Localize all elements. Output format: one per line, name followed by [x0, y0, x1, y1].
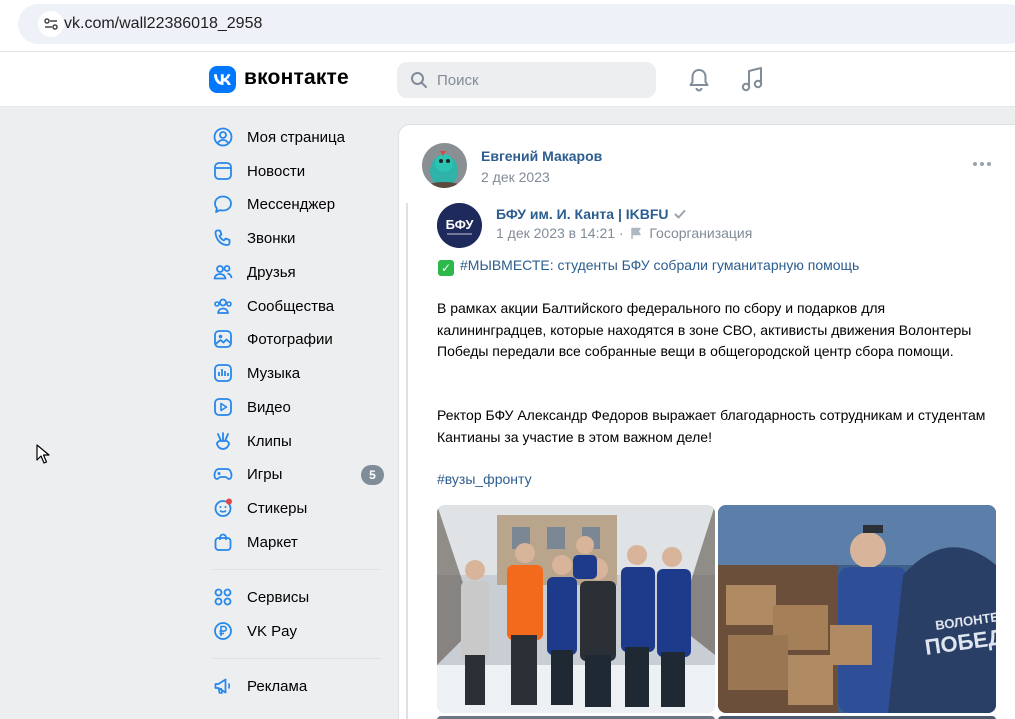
communities-icon: [214, 298, 232, 314]
post-paragraph: В рамках акции Балтийского федерального …: [437, 300, 972, 359]
site-settings-icon[interactable]: [38, 11, 64, 37]
sidebar-item-label: Сообщества: [247, 298, 335, 315]
sidebar-divider: [213, 569, 381, 570]
music-icon: [214, 364, 232, 382]
meta-separator: ·: [618, 225, 624, 241]
vk-wordmark[interactable]: вконтакте: [244, 66, 349, 90]
vk-logo-icon[interactable]: [209, 66, 236, 93]
search-icon: [411, 72, 427, 88]
source-date[interactable]: 1 дек 2023 в 14:21: [496, 225, 615, 241]
check-mark-icon: ✓: [438, 260, 454, 276]
stickers-icon: [214, 498, 232, 517]
url-text: vk.com/wall22386018_2958: [64, 15, 263, 32]
source-name[interactable]: БФУ им. И. Канта | IKBFU: [496, 206, 669, 222]
sidebar-item-photos[interactable]: Фотографии: [207, 324, 392, 354]
photos-icon: [214, 330, 232, 348]
search-box[interactable]: [397, 62, 656, 98]
author-avatar[interactable]: [422, 143, 467, 188]
source-meta: 1 дек 2023 в 14:21 · Госорганизация: [496, 225, 752, 241]
friends-icon: [213, 265, 233, 280]
url-field[interactable]: vk.com/wall22386018_2958: [18, 4, 1015, 44]
sidebar-item-messenger[interactable]: Мессенджер: [207, 189, 392, 219]
sidebar-item-communities[interactable]: Сообщества: [207, 291, 392, 321]
services-icon: [214, 588, 232, 606]
sidebar-item-label: Фотографии: [247, 331, 333, 348]
sidebar-item-label: Друзья: [247, 264, 296, 281]
sidebar-item-label: Звонки: [247, 230, 296, 247]
bell-icon[interactable]: [686, 67, 712, 93]
author-name[interactable]: Евгений Макаров: [481, 148, 602, 164]
clips-icon: [216, 432, 230, 450]
post-photo[interactable]: ВОЛОНТЕР ПОБЕДЫ: [718, 505, 996, 713]
sidebar-item-stickers[interactable]: Стикеры: [207, 493, 392, 523]
market-icon: [214, 533, 232, 551]
sidebar-item-label: Музыка: [247, 365, 301, 382]
mouse-cursor-icon: [36, 444, 50, 464]
profile-icon: [213, 127, 233, 147]
sidebar-divider: [213, 658, 381, 659]
sidebar-item-label: Клипы: [247, 433, 292, 450]
sidebar-item-market[interactable]: Маркет: [207, 527, 392, 557]
sidebar-item-calls[interactable]: Звонки: [207, 223, 392, 253]
sidebar-item-video[interactable]: Видео: [207, 392, 392, 422]
sidebar-item-services[interactable]: Сервисы: [207, 582, 392, 612]
sidebar-item-label: Стикеры: [247, 500, 308, 517]
sidebar-item-vkpay[interactable]: VK Pay: [207, 616, 392, 646]
browser-address-bar: vk.com/wall22386018_2958: [0, 0, 1015, 52]
sidebar-item-friends[interactable]: Друзья: [207, 257, 392, 287]
post-date[interactable]: 2 дек 2023: [481, 169, 550, 185]
post-photo[interactable]: [437, 505, 715, 713]
more-options-icon[interactable]: [972, 161, 992, 167]
ads-icon: [214, 678, 231, 694]
sidebar-item-clips[interactable]: Клипы: [207, 426, 392, 456]
sidebar-item-label: Сервисы: [247, 589, 310, 606]
sidebar-item-label: Мессенджер: [247, 196, 336, 213]
sidebar-item-label: Новости: [247, 163, 306, 180]
sidebar-item-news[interactable]: Новости: [207, 156, 392, 186]
games-count-badge: 5: [361, 465, 384, 485]
post-card: Евгений Макаров 2 дек 2023 БФУ БФУ им. И…: [398, 124, 1015, 719]
vk-header: вконтакте: [0, 52, 1015, 107]
source-type: Госорганизация: [649, 225, 753, 241]
headline-text: #МЫВМЕСТЕ: студенты БФУ собрали гуманита…: [460, 257, 860, 273]
sidebar-item-label: Реклама: [247, 678, 308, 695]
sidebar-item-label: Моя страница: [247, 129, 345, 146]
video-icon: [214, 398, 232, 416]
flag-icon: [630, 227, 641, 239]
post-paragraph: Ректор БФУ Александр Федоров выражает бл…: [437, 407, 986, 445]
sidebar-item-label: Маркет: [247, 534, 298, 551]
repost-line: [406, 203, 408, 719]
sidebar-item-games[interactable]: Игры 5: [207, 459, 392, 489]
post-headline[interactable]: ✓ #МЫВМЕСТЕ: студенты БФУ собрали гуманит…: [438, 257, 859, 276]
games-icon: [213, 468, 233, 480]
sidebar-item-label: VK Pay: [247, 623, 298, 640]
source-avatar-text: БФУ: [446, 217, 475, 232]
sidebar-item-my-page[interactable]: Моя страница: [207, 122, 392, 152]
messenger-icon: [214, 195, 232, 213]
vkpay-icon: [214, 622, 232, 640]
search-input[interactable]: [437, 70, 637, 90]
sidebar-item-label: Игры: [247, 466, 283, 483]
sidebar-item-music[interactable]: Музыка: [207, 358, 392, 388]
sidebar-item-label: Видео: [247, 399, 291, 416]
music-note-icon[interactable]: [740, 66, 766, 94]
sidebar-item-ads[interactable]: Реклама: [207, 671, 392, 701]
hashtag-link[interactable]: #вузы_фронту: [437, 471, 532, 487]
phone-icon: [214, 229, 231, 246]
news-icon: [214, 162, 232, 180]
source-avatar[interactable]: БФУ: [437, 203, 482, 248]
verified-icon: [674, 210, 686, 219]
